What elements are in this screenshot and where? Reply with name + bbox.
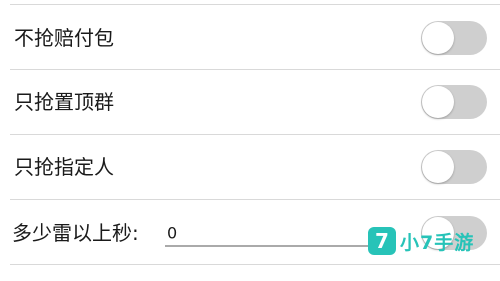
setting-label: 不抢赔付包 <box>14 26 114 50</box>
setting-row-no-compensation-packet: 不抢赔付包 <box>0 6 500 70</box>
mine-seconds-label: 多少雷以上秒: <box>12 221 139 245</box>
toggle-knob <box>422 151 454 183</box>
toggle-knob <box>422 22 454 54</box>
setting-label: 只抢指定人 <box>14 155 114 179</box>
divider <box>10 4 500 5</box>
setting-label: 只抢置顶群 <box>14 90 114 114</box>
setting-row-specified-people-only: 只抢指定人 <box>0 135 500 199</box>
watermark: 7 小7手游 <box>368 225 474 257</box>
setting-row-pinned-groups-only: 只抢置顶群 <box>0 70 500 134</box>
pinned-groups-only-toggle[interactable] <box>421 85 487 119</box>
mine-seconds-input[interactable] <box>165 219 394 247</box>
watermark-logo-icon: 7 <box>368 227 396 255</box>
divider <box>10 199 500 200</box>
watermark-text: 小7手游 <box>400 231 475 254</box>
toggle-knob <box>422 86 454 118</box>
divider <box>10 264 500 265</box>
no-compensation-packet-toggle[interactable] <box>421 21 487 55</box>
specified-people-only-toggle[interactable] <box>421 150 487 184</box>
